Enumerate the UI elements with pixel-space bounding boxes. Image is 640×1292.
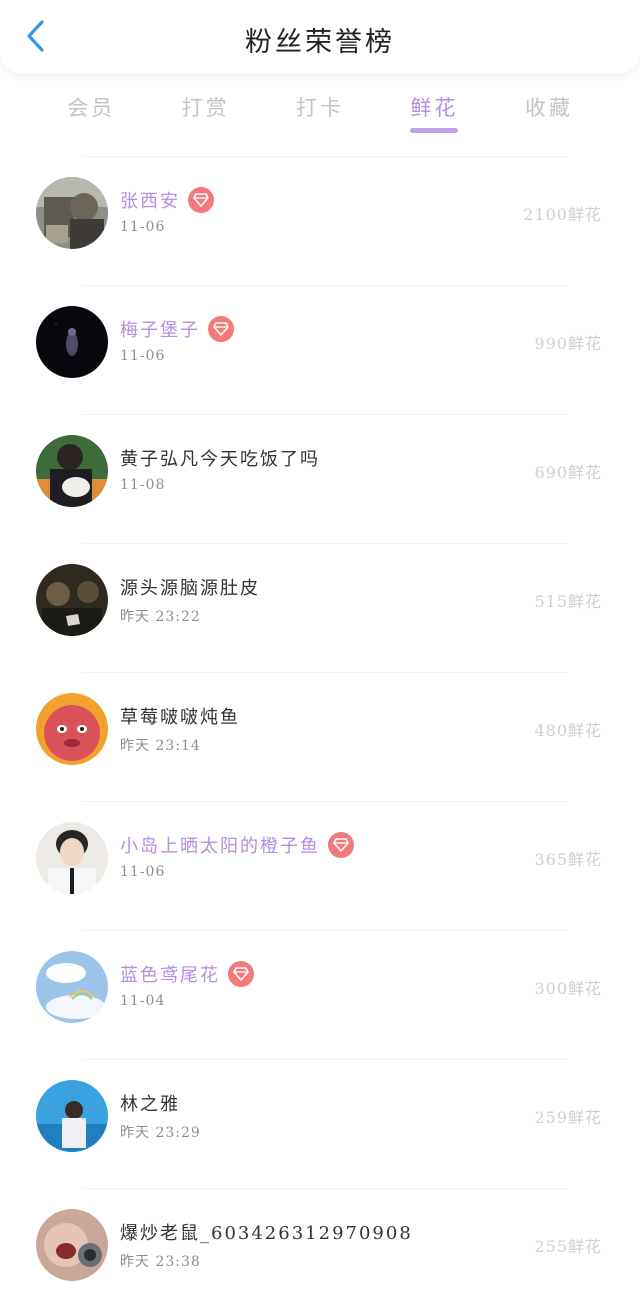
tab-membership[interactable]: 会员 [34, 86, 148, 146]
top-bar: 粉丝荣誉榜 [0, 0, 640, 74]
tab-tips[interactable]: 打赏 [148, 86, 262, 146]
avatar [36, 306, 108, 378]
timestamp: 昨天 23:38 [120, 1254, 201, 1270]
avatar [36, 1209, 108, 1281]
tab-bar: 会员 打赏 打卡 鲜花 收藏 [34, 86, 606, 146]
ranking-row[interactable]: 小岛上晒太阳的橙子鱼 11-06 365鲜花 [36, 801, 601, 930]
diamond-badge-icon [188, 187, 214, 213]
ranking-row[interactable]: 林之雅 昨天 23:29 259鲜花 [36, 1059, 601, 1188]
flower-count: 255鲜花 [534, 1237, 602, 1256]
timestamp: 昨天 23:22 [120, 609, 201, 625]
timestamp: 11-08 [120, 477, 166, 493]
ranking-row[interactable]: 源头源脑源肚皮 昨天 23:22 515鲜花 [36, 543, 601, 672]
timestamp: 11-06 [120, 348, 166, 364]
ranking-row[interactable]: 张西安 11-06 2100鲜花 [36, 156, 601, 285]
avatar [36, 693, 108, 765]
ranking-list: 张西安 11-06 2100鲜花 梅子堡子 11-06 990鲜花 黄子弘凡今天… [0, 156, 640, 1292]
avatar [36, 951, 108, 1023]
flower-count: 515鲜花 [534, 592, 602, 611]
flower-count: 259鲜花 [534, 1108, 602, 1127]
page-title: 粉丝荣誉榜 [245, 27, 395, 58]
fan-name: 草莓啵啵炖鱼 [120, 707, 240, 728]
timestamp: 11-04 [120, 993, 166, 1009]
timestamp: 昨天 23:29 [120, 1125, 201, 1141]
diamond-badge-icon [328, 832, 354, 858]
fan-name: 蓝色鸢尾花 [120, 965, 220, 986]
ranking-row[interactable]: 蓝色鸢尾花 11-04 300鲜花 [36, 930, 601, 1059]
fan-name: 源头源脑源肚皮 [120, 578, 260, 599]
tab-label: 会员 [67, 96, 116, 120]
avatar [36, 564, 108, 636]
fan-name: 爆炒老鼠_603426312970908 [120, 1223, 413, 1244]
timestamp: 11-06 [120, 864, 166, 880]
tab-label: 打赏 [181, 96, 230, 120]
flower-count: 300鲜花 [534, 979, 602, 998]
ranking-row[interactable]: 爆炒老鼠_603426312970908 昨天 23:38 255鲜花 [36, 1188, 601, 1292]
fan-name: 黄子弘凡今天吃饭了吗 [120, 449, 320, 470]
active-tab-indicator [410, 128, 459, 133]
flower-count: 480鲜花 [534, 721, 602, 740]
avatar [36, 822, 108, 894]
tab-label: 收藏 [524, 96, 573, 120]
fan-name: 小岛上晒太阳的橙子鱼 [120, 836, 320, 857]
ranking-row[interactable]: 草莓啵啵炖鱼 昨天 23:14 480鲜花 [36, 672, 601, 801]
tab-flowers[interactable]: 鲜花 [377, 86, 491, 146]
ranking-row[interactable]: 黄子弘凡今天吃饭了吗 11-08 690鲜花 [36, 414, 601, 543]
avatar [36, 435, 108, 507]
diamond-badge-icon [208, 316, 234, 342]
fan-name: 梅子堡子 [120, 320, 200, 341]
tab-label: 鲜花 [410, 96, 459, 120]
fan-name: 张西安 [120, 191, 180, 212]
tab-favorites[interactable]: 收藏 [492, 86, 606, 146]
ranking-row[interactable]: 梅子堡子 11-06 990鲜花 [36, 285, 601, 414]
avatar [36, 177, 108, 249]
diamond-badge-icon [228, 961, 254, 987]
tab-label: 打卡 [296, 96, 345, 120]
flower-count: 690鲜花 [534, 463, 602, 482]
page: 粉丝荣誉榜 会员 打赏 打卡 鲜花 收藏 张西安 11-06 2100鲜花 梅子… [0, 0, 640, 1292]
tab-checkin[interactable]: 打卡 [263, 86, 377, 146]
fan-name: 林之雅 [120, 1094, 180, 1115]
flower-count: 2100鲜花 [523, 205, 602, 224]
flower-count: 365鲜花 [534, 850, 602, 869]
flower-count: 990鲜花 [534, 334, 602, 353]
timestamp: 11-06 [120, 219, 166, 235]
avatar [36, 1080, 108, 1152]
timestamp: 昨天 23:14 [120, 738, 201, 754]
